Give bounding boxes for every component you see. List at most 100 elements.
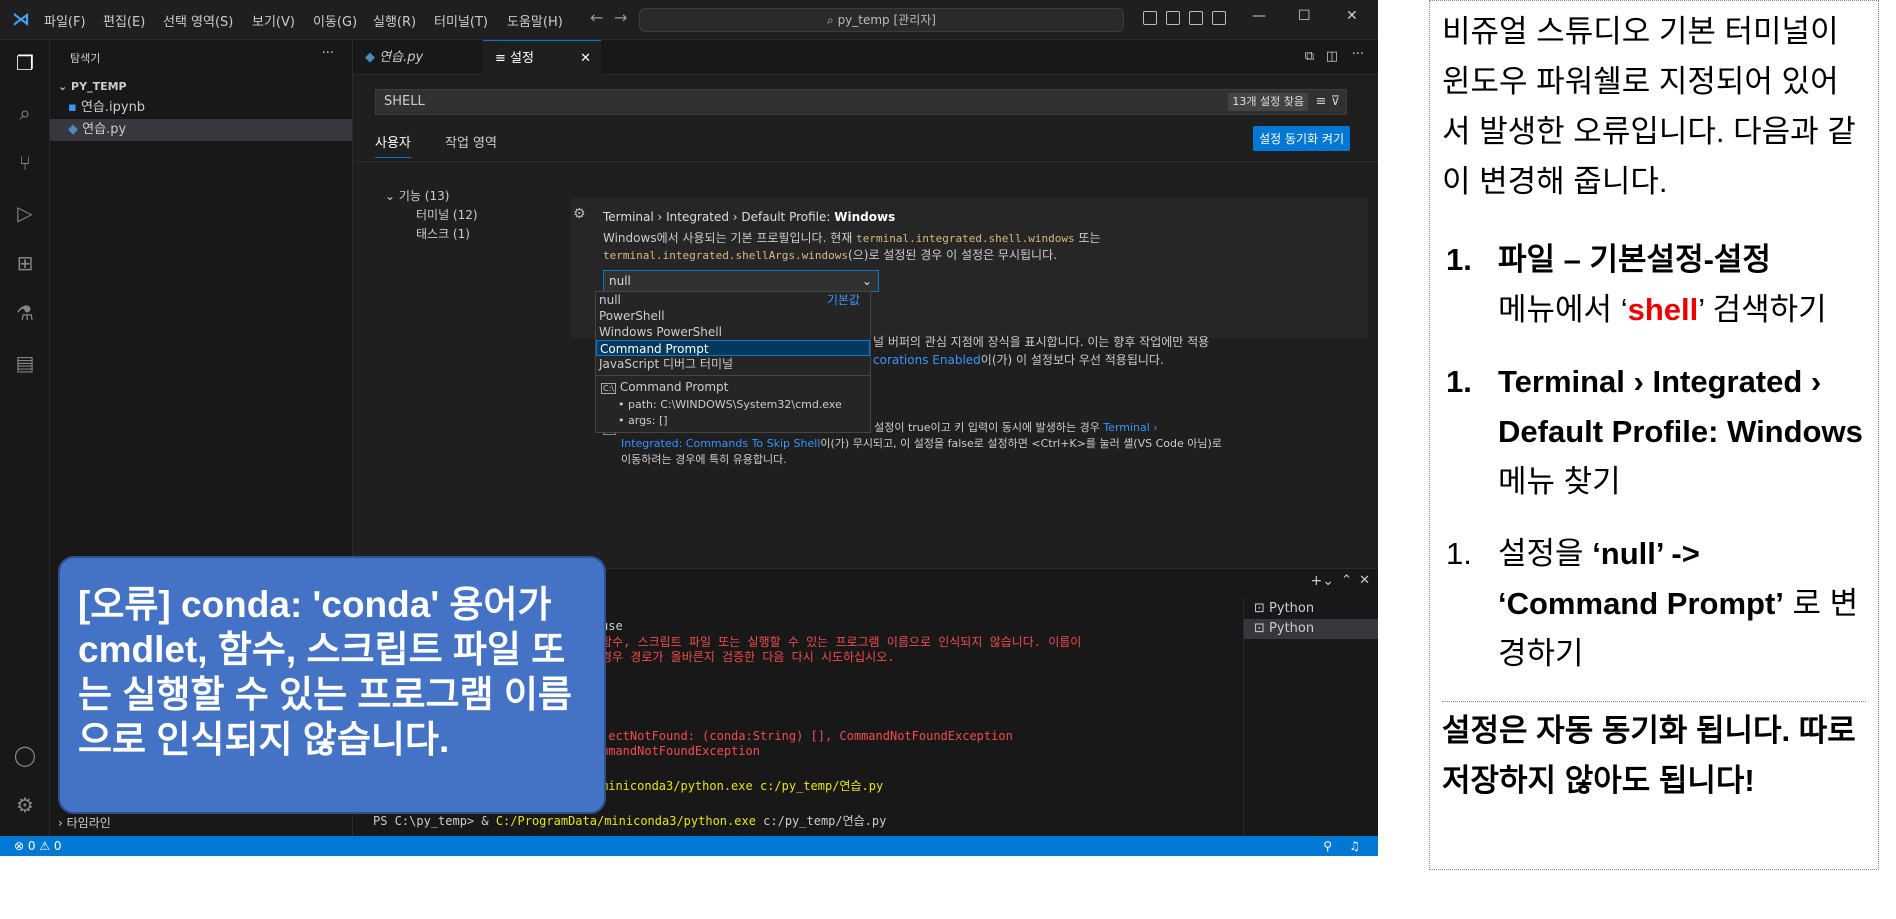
menu-selection[interactable]: 선택 영역(S) xyxy=(163,11,233,30)
search-icon[interactable]: ⌕ xyxy=(10,98,40,128)
close-window-icon[interactable]: ✕ xyxy=(1346,8,1358,24)
profile-dropdown-list: null 기본값 PowerShell Windows PowerShell Co… xyxy=(595,291,871,433)
file-ipynb[interactable]: ▪ 연습.ipynb xyxy=(50,97,352,119)
minimize-icon[interactable]: — xyxy=(1252,8,1266,24)
step1-bold: 파일 – 기본설정-설정 xyxy=(1498,242,1771,277)
option-detail-title: C:\ Command Prompt xyxy=(601,380,728,394)
command-center-search[interactable]: ⌕ py_temp [관리자] xyxy=(639,8,1124,32)
step1-post: ’ 검색하기 xyxy=(1698,292,1827,327)
run-debug-icon[interactable]: ▷ xyxy=(10,198,40,228)
tab-settings[interactable]: ≡ 설정 ✕ xyxy=(483,40,601,75)
explorer-icon[interactable]: ❐ xyxy=(10,48,40,78)
toggle-sidebar-icon[interactable] xyxy=(1143,11,1157,25)
default-profile-select[interactable]: null ⌄ xyxy=(603,270,879,292)
notifications-bell-icon[interactable]: ♫ xyxy=(1349,836,1360,856)
manage-gear-icon[interactable]: ⚙ xyxy=(10,790,40,820)
toc-terminal[interactable]: 터미널 (12) xyxy=(416,206,478,223)
step2-bold: Terminal › Integrated › Default Profile:… xyxy=(1498,364,1863,449)
toggle-secondary-sidebar-icon[interactable] xyxy=(1189,11,1203,25)
python-terminal-icon: ⊡ xyxy=(1254,601,1265,616)
close-panel-icon[interactable]: ✕ xyxy=(1359,573,1370,588)
toggle-panel-icon[interactable] xyxy=(1166,11,1180,25)
notes-outro: 설정은 자동 동기화 됩니다. 따로 저장하지 않아도 됩니다! xyxy=(1442,701,1866,806)
file-label: 연습.ipynb xyxy=(80,100,146,115)
prompt-path: C:/ProgramData/miniconda3/python.exe xyxy=(495,814,756,828)
terminal-error-line: 함수, 스크립트 파일 또는 실행할 수 있는 프로그램 이름으로 인식되지 않… xyxy=(601,635,1082,649)
bg-link[interactable]: corations Enabled xyxy=(873,353,981,367)
timeline-section[interactable]: › 타임라인 xyxy=(50,812,352,834)
folder-py-temp[interactable]: ⌄ PY_TEMP xyxy=(50,76,352,98)
step-number: 1. xyxy=(1446,536,1472,571)
maximize-panel-icon[interactable]: ⌃ xyxy=(1341,573,1352,588)
open-json-icon[interactable]: ⧉ xyxy=(1305,49,1314,64)
source-control-icon[interactable]: ⑂ xyxy=(10,148,40,178)
option-command-prompt[interactable]: Command Prompt xyxy=(596,340,870,356)
divider xyxy=(353,161,1378,162)
menu-run[interactable]: 실행(R) xyxy=(373,11,416,30)
terminal-command-line: miniconda3/python.exe c:/py_temp/연습.py xyxy=(601,779,884,793)
step-number: 1. xyxy=(1446,364,1472,399)
menu-go[interactable]: 이동(G) xyxy=(313,11,357,30)
split-editor-icon[interactable]: ◫ xyxy=(1326,49,1338,64)
vscode-logo-icon: ⋊ xyxy=(12,9,30,30)
problems-indicator[interactable]: ⊗ 0 ⚠ 0 xyxy=(14,836,62,856)
close-tab-icon[interactable]: ✕ xyxy=(580,41,591,76)
tab-label: 설정 xyxy=(510,51,534,66)
filter-icon[interactable]: ≡ ⊽ xyxy=(1315,90,1340,114)
tab-py-file[interactable]: ◆ 연습.py xyxy=(353,40,477,75)
notes-step-1: 1. 파일 – 기본설정-설정 메뉴에서 ‘shell’ 검색하기 xyxy=(1442,235,1866,335)
option-windows-powershell[interactable]: Windows PowerShell xyxy=(596,324,870,340)
remote-icon[interactable]: ⚲ xyxy=(1323,836,1332,856)
settings-search-input[interactable]: SHELL 13개 설정 찾음 ≡ ⊽ xyxy=(375,89,1347,115)
option-detail-args: • args: [] xyxy=(618,414,668,427)
maximize-icon[interactable]: ☐ xyxy=(1298,8,1311,24)
command-center-label: py_temp [관리자] xyxy=(837,13,936,27)
scope-workspace-tab[interactable]: 작업 영역 xyxy=(445,132,497,151)
option-null[interactable]: null 기본값 xyxy=(596,292,870,308)
python-file-icon: ◆ xyxy=(68,122,78,137)
toc-feature[interactable]: ⌄ 기능 (13) xyxy=(385,187,449,204)
desc-code-1: terminal.integrated.shell.windows xyxy=(856,232,1075,245)
terminal-list-item[interactable]: ⊡ Python xyxy=(1244,599,1378,619)
bg-link[interactable]: Terminal › xyxy=(1103,421,1157,434)
new-terminal-icon[interactable]: +⌄ xyxy=(1311,573,1334,589)
menu-help[interactable]: 도움말(H) xyxy=(507,11,563,30)
desc-text-1: Windows에서 사용되는 기본 프로필입니다. 현재 xyxy=(603,231,853,245)
toc-task[interactable]: 태스크 (1) xyxy=(416,225,470,242)
option-label: null xyxy=(599,293,621,307)
option-powershell[interactable]: PowerShell xyxy=(596,308,870,324)
detail-args-text: args: [] xyxy=(628,414,668,427)
account-icon[interactable]: ◯ xyxy=(10,740,40,770)
bg-link[interactable]: Integrated: Commands To Skip Shell xyxy=(621,437,820,450)
extensions-icon[interactable]: ⊞ xyxy=(10,248,40,278)
bg-text: 이(가) 무시되고, 이 설정을 false로 설정하면 <Ctrl+K>를 눌… xyxy=(820,437,1222,450)
step1-pre: 메뉴에서 ‘ xyxy=(1498,292,1628,327)
settings-search-value: SHELL xyxy=(384,94,425,109)
customize-layout-icon[interactable] xyxy=(1212,11,1226,25)
testing-flask-icon[interactable]: ⚗ xyxy=(10,298,40,328)
terminal-list-item[interactable]: ⊡ Python xyxy=(1244,619,1378,639)
sidebar-title: 탐색기 xyxy=(70,52,101,65)
notebook-icon[interactable]: ▤ xyxy=(10,348,40,378)
more-actions-icon[interactable]: ··· xyxy=(322,46,334,61)
terminal-icon: C:\ xyxy=(601,383,616,394)
menu-edit[interactable]: 편집(E) xyxy=(103,11,145,30)
back-arrow-icon[interactable]: ← xyxy=(590,8,603,27)
bg-setting-line-2: corations Enabled이(가) 이 설정보다 우선 적용됩니다. xyxy=(873,352,1164,368)
default-tag: 기본값 xyxy=(826,293,860,307)
scope-user-tab[interactable]: 사용자 xyxy=(375,132,411,158)
terminal-prompt-line: PS C:\py_temp> & C:/ProgramData/minicond… xyxy=(373,814,886,829)
editor-more-icon[interactable]: ··· xyxy=(1352,47,1364,62)
bg-setting-line-1: 널 버퍼의 관심 지점에 장식을 표시합니다. 이는 향후 작업에만 적용 xyxy=(873,335,1210,349)
sync-settings-button[interactable]: 설정 동기화 켜기 xyxy=(1253,126,1350,151)
menu-terminal[interactable]: 터미널(T) xyxy=(434,11,488,30)
setting-gear-icon[interactable]: ⚙ xyxy=(573,206,586,222)
option-detail-path: • path: C:\WINDOWS\System32\cmd.exe xyxy=(618,398,842,411)
desc-text-2: 또는 xyxy=(1078,231,1101,245)
menu-view[interactable]: 보기(V) xyxy=(252,11,295,30)
file-py[interactable]: ◆ 연습.py xyxy=(50,119,352,141)
menu-file[interactable]: 파일(F) xyxy=(44,11,86,30)
forward-arrow-icon[interactable]: → xyxy=(614,8,627,27)
chevron-down-icon: ⌄ xyxy=(861,274,872,288)
option-js-debug-terminal[interactable]: JavaScript 디버그 터미널 xyxy=(596,356,870,372)
